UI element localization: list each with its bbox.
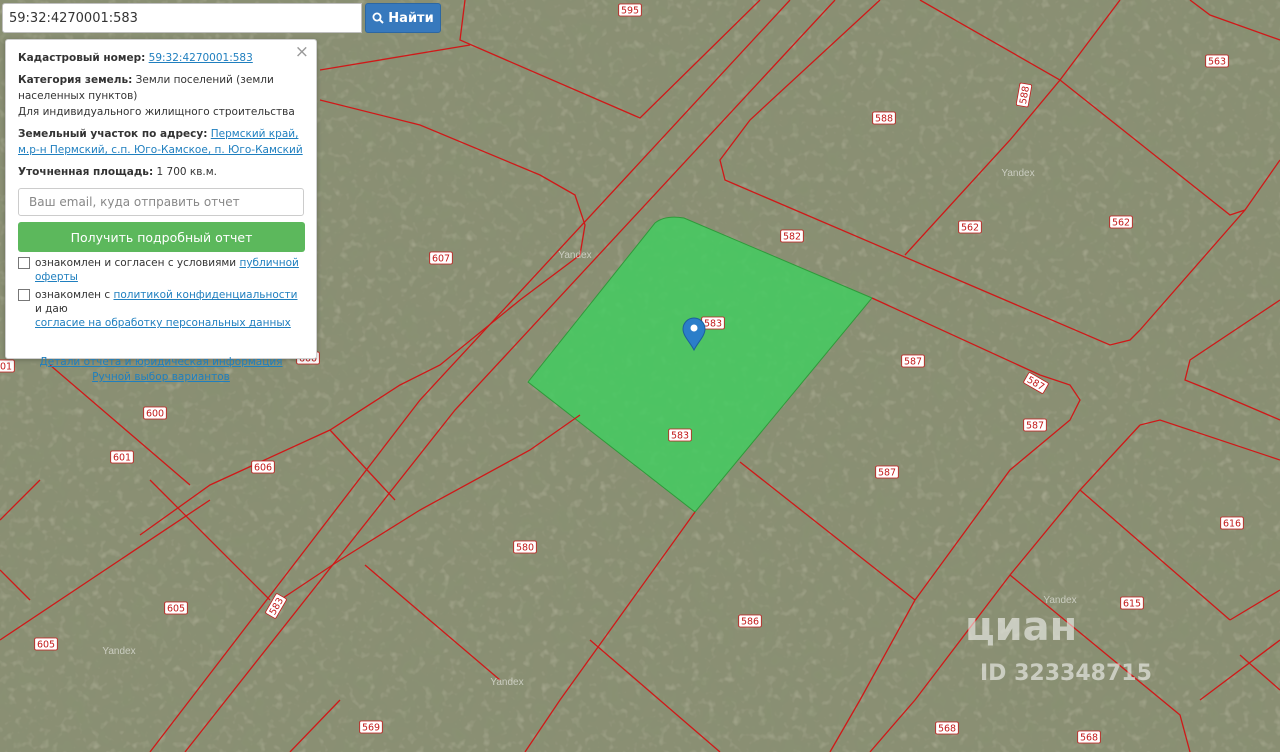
parcel-number-label: 563 xyxy=(1205,54,1229,68)
parcel-number-label: 588 xyxy=(872,111,896,125)
svg-text:600: 600 xyxy=(146,409,164,420)
yandex-label: Yandex xyxy=(102,646,135,657)
privacy-text: ознакомлен с xyxy=(35,289,114,301)
close-icon[interactable]: × xyxy=(295,43,309,61)
parcel-number-label: 568 xyxy=(935,721,959,735)
svg-text:562: 562 xyxy=(961,223,979,234)
svg-text:588: 588 xyxy=(875,114,893,125)
parcel-number-label: 587 xyxy=(875,465,899,479)
svg-text:587: 587 xyxy=(878,468,896,479)
cadastral-number-link[interactable]: 59:32:4270001:583 xyxy=(149,52,253,64)
svg-text:563: 563 xyxy=(1208,57,1226,68)
yandex-label: Yandex xyxy=(1001,168,1034,179)
email-field[interactable] xyxy=(18,188,304,216)
report-details-link[interactable]: Детали отчета и юридическая информация xyxy=(39,356,282,368)
consent-offer-row: ознакомлен и согласен с условиями публич… xyxy=(18,256,304,284)
svg-text:562: 562 xyxy=(1112,218,1130,229)
svg-text:580: 580 xyxy=(516,543,534,554)
svg-text:568: 568 xyxy=(938,724,956,735)
watermark-brand: циан xyxy=(965,604,1077,650)
svg-text:601: 601 xyxy=(113,453,131,464)
yandex-label: Yandex xyxy=(490,677,523,688)
svg-text:583: 583 xyxy=(704,319,722,330)
parcel-number-label: 587 xyxy=(1023,418,1047,432)
parcel-number-label: 600 xyxy=(143,406,167,420)
svg-text:587: 587 xyxy=(1026,421,1044,432)
category-label: Категория земель: xyxy=(18,74,133,86)
svg-text:615: 615 xyxy=(1123,599,1141,610)
cadastral-number-row: Кадастровый номер: 59:32:4270001:583 xyxy=(18,50,304,66)
svg-text:595: 595 xyxy=(621,6,639,17)
parcel-number-label: 562 xyxy=(1109,215,1133,229)
parcel-number-label: 605 xyxy=(164,601,188,615)
offer-consent-text: ознакомлен и согласен с условиями публич… xyxy=(35,256,304,284)
parcel-number-label: 601 xyxy=(110,450,134,464)
usage-value: Для индивидуального жилищного строительс… xyxy=(18,106,295,118)
parcel-number-label: 580 xyxy=(513,540,537,554)
parcel-number-label: 586 xyxy=(738,614,762,628)
search-icon xyxy=(372,12,385,24)
parcel-number-label: 568 xyxy=(1077,730,1101,744)
privacy-mid-text: и даю xyxy=(35,303,68,315)
svg-text:605: 605 xyxy=(167,604,185,615)
cadastral-search-input[interactable] xyxy=(2,3,362,33)
area-value: 1 700 кв.м. xyxy=(156,166,218,178)
footer-links: Детали отчета и юридическая информация Р… xyxy=(18,355,304,385)
parcel-number-label: 601 xyxy=(0,359,15,373)
offer-checkbox[interactable] xyxy=(18,257,30,269)
search-bar: Найти xyxy=(2,3,441,33)
parcel-number-label: 582 xyxy=(780,229,804,243)
svg-text:583: 583 xyxy=(671,431,689,442)
parcel-number-label: 616 xyxy=(1220,516,1244,530)
svg-text:568: 568 xyxy=(1080,733,1098,744)
parcel-number-label: 587 xyxy=(901,354,925,368)
land-category-row: Категория земель: Земли поселений (земли… xyxy=(18,72,304,120)
parcel-number-label: 569 xyxy=(359,720,383,734)
watermark-id: ID 323348715 xyxy=(980,661,1152,686)
parcel-number-label: 562 xyxy=(958,220,982,234)
svg-text:605: 605 xyxy=(37,640,55,651)
svg-text:587: 587 xyxy=(904,357,922,368)
svg-text:601: 601 xyxy=(0,362,12,373)
svg-text:607: 607 xyxy=(432,254,450,265)
address-row: Земельный участок по адресу: Пермский кр… xyxy=(18,126,304,158)
svg-text:569: 569 xyxy=(362,723,380,734)
search-button[interactable]: Найти xyxy=(365,3,441,33)
parcel-info-panel: × Кадастровый номер: 59:32:4270001:583 К… xyxy=(5,39,317,383)
privacy-policy-link[interactable]: политикой конфиденциальности xyxy=(113,289,297,301)
area-row: Уточненная площадь: 1 700 кв.м. xyxy=(18,164,304,180)
get-report-button[interactable]: Получить подробный отчет xyxy=(18,222,305,252)
parcel-number-label: 607 xyxy=(429,251,453,265)
parcel-number-label: 605 xyxy=(34,637,58,651)
yandex-label: Yandex xyxy=(558,250,591,261)
address-label: Земельный участок по адресу: xyxy=(18,128,208,140)
privacy-checkbox[interactable] xyxy=(18,289,30,301)
offer-text: ознакомлен и согласен с условиями xyxy=(35,257,240,269)
search-button-label: Найти xyxy=(388,10,434,26)
svg-text:606: 606 xyxy=(254,463,272,474)
parcel-number-label: 615 xyxy=(1120,596,1144,610)
svg-text:582: 582 xyxy=(783,232,801,243)
parcel-number-label: 595 xyxy=(618,3,642,17)
cadastral-label: Кадастровый номер: xyxy=(18,52,146,64)
manual-selection-link[interactable]: Ручной выбор вариантов xyxy=(92,371,230,383)
consent-privacy-row: ознакомлен с политикой конфиденциальност… xyxy=(18,288,304,330)
svg-text:586: 586 xyxy=(741,617,759,628)
parcel-number-label: 583 xyxy=(668,428,692,442)
svg-text:616: 616 xyxy=(1223,519,1241,530)
data-processing-link[interactable]: согласие на обработку персональных данны… xyxy=(35,317,291,329)
privacy-consent-text: ознакомлен с политикой конфиденциальност… xyxy=(35,288,304,330)
area-label: Уточненная площадь: xyxy=(18,166,154,178)
parcel-number-label: 606 xyxy=(251,460,275,474)
